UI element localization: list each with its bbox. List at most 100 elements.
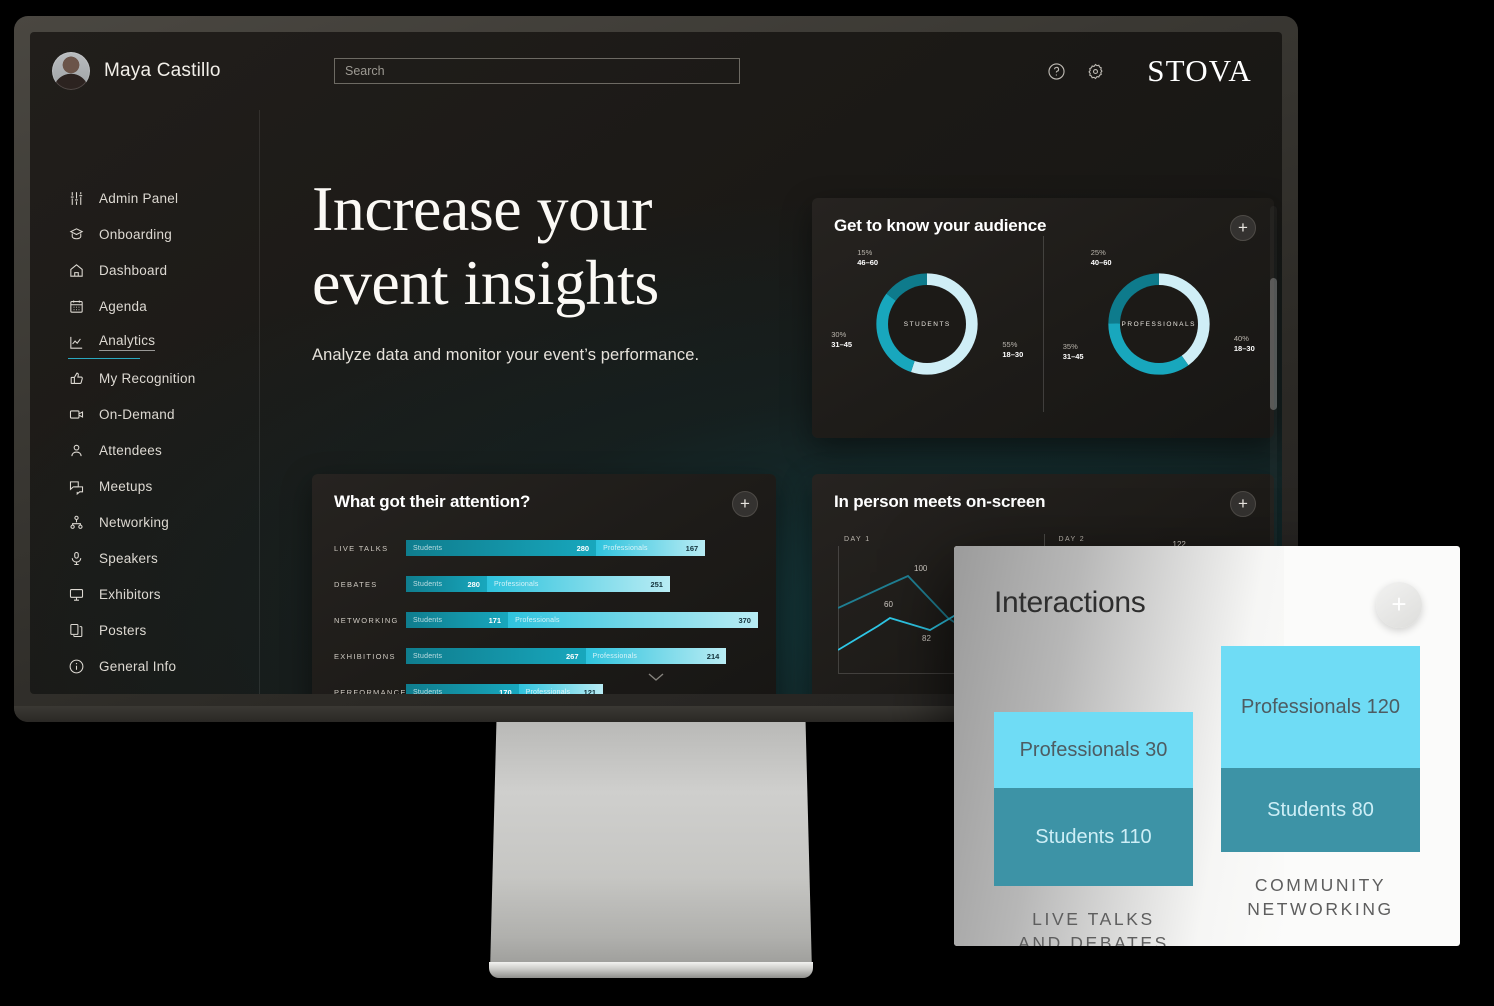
- sidebar-item-on-demand[interactable]: On-Demand: [68, 396, 259, 432]
- donut-students: STUDENTS 15% 46–60 55% 18–30 30% 31–45: [812, 236, 1043, 412]
- video-icon: [69, 409, 84, 419]
- bar-track: Students 171 Professionals 370: [406, 612, 758, 628]
- chevron-down-icon[interactable]: [646, 670, 666, 688]
- sidebar-item-label: Analytics: [99, 333, 156, 351]
- brand-logo: STOVA: [1147, 53, 1252, 88]
- graduation-cap-icon: [69, 227, 84, 239]
- sidebar-item-label: My Recognition: [99, 370, 196, 386]
- topbar-actions: STOVA: [1047, 53, 1252, 89]
- sidebar-item-onboarding[interactable]: Onboarding: [68, 216, 259, 252]
- bar-track: Students 280 Professionals 251: [406, 576, 758, 592]
- attention-bar-chart: LIVE TALKS Students 280 Professionals 16…: [312, 536, 776, 694]
- clipboard-icon: [68, 694, 85, 695]
- block-professionals: Professionals 120: [1221, 646, 1420, 768]
- sliders-icon: [70, 191, 83, 205]
- sidebar-item-label: Admin Panel: [99, 190, 179, 206]
- bar-segment-professionals: Professionals 214: [585, 648, 727, 664]
- sidebar-item-agenda[interactable]: Agenda: [68, 288, 259, 324]
- card-title: What got their attention?: [334, 492, 531, 511]
- donut-callout: 40% 18–30: [1233, 334, 1255, 354]
- gear-icon[interactable]: [1086, 62, 1105, 81]
- donut-center-label: STUDENTS: [888, 285, 967, 363]
- card-title: Get to know your audience: [834, 216, 1047, 235]
- bar-track: Students 267 Professionals 214: [406, 648, 758, 664]
- card-get-to-know-your-audience: Get to know your audience + STUDENTS 15%…: [812, 198, 1274, 438]
- interactions-column-live-talks: Professionals 30 Students 110 LIVE TALKS…: [994, 646, 1193, 946]
- help-circle-icon[interactable]: [1047, 62, 1066, 81]
- documents-icon: [70, 623, 83, 637]
- donut-callout: 30% 31–45: [831, 330, 853, 350]
- bar-row: PERFORMANCES Students 170 Professionals …: [334, 680, 758, 694]
- bar-segment-students: Students 280: [406, 540, 597, 556]
- sidebar-item-speakers[interactable]: Speakers: [68, 540, 259, 576]
- bar-category: PERFORMANCES: [334, 687, 413, 695]
- bar-row: DEBATES Students 280 Professionals 251: [334, 572, 758, 596]
- bar-segment-students: Students 170: [406, 684, 519, 694]
- bar-segment-professionals: Professionals 121: [518, 684, 604, 694]
- interactions-columns: Professionals 30 Students 110 LIVE TALKS…: [994, 646, 1420, 946]
- add-widget-button[interactable]: +: [1376, 582, 1422, 628]
- card-what-got-their-attention: What got their attention? + LIVE TALKS S…: [312, 474, 776, 694]
- screenshot-stage: Maya Castillo Search STOVA Admin Panel O…: [0, 0, 1494, 1006]
- bar-segment-students: Students 280: [406, 576, 487, 592]
- data-label: 82: [922, 634, 931, 643]
- sidebar-item-networking[interactable]: Networking: [68, 504, 259, 540]
- user-name: Maya Castillo: [104, 60, 221, 81]
- column-caption: COMMUNITY NETWORKING: [1247, 875, 1394, 919]
- block-students: Students 80: [1221, 768, 1420, 852]
- donut-callout: 25% 40–60: [1090, 248, 1112, 268]
- bar-segment-professionals: Professionals 251: [486, 576, 670, 592]
- bar-segment-professionals: Professionals 370: [508, 612, 758, 628]
- block-students: Students 110: [994, 788, 1193, 886]
- page-title-line2: event insights: [312, 247, 659, 319]
- sidebar-item-label: Networking: [99, 514, 170, 530]
- sidebar-item-meetups[interactable]: Meetups: [68, 468, 259, 504]
- sidebar-item-analytics[interactable]: Analytics: [68, 324, 259, 360]
- sidebar-item-label: Exhibitors: [99, 586, 161, 602]
- data-label: 60: [884, 600, 893, 609]
- add-widget-button[interactable]: +: [1230, 491, 1256, 517]
- sidebar-item-general-info[interactable]: General Info: [68, 648, 259, 684]
- donut-center-label: PROFESSIONALS: [1119, 285, 1198, 363]
- user-profile[interactable]: Maya Castillo: [52, 52, 298, 90]
- sidebar-item-dashboard[interactable]: Dashboard: [68, 252, 259, 288]
- bar-row: NETWORKING Students 171 Professionals 37…: [334, 608, 758, 632]
- monitor-icon: [69, 588, 84, 601]
- sidebar-item-polls[interactable]: Polls: [68, 684, 259, 694]
- donut-professionals: PROFESSIONALS 25% 40–60 40% 18–30 35% 31…: [1042, 236, 1275, 412]
- interactions-column-community-networking: Professionals 120 Students 80 COMMUNITY …: [1221, 646, 1420, 946]
- search-input[interactable]: [334, 58, 740, 84]
- sidebar-item-admin-panel[interactable]: Admin Panel: [68, 180, 259, 216]
- bar-row: LIVE TALKS Students 280 Professionals 16…: [334, 536, 758, 560]
- sidebar-item-attendees[interactable]: Attendees: [68, 432, 259, 468]
- sidebar-item-label: General Info: [99, 658, 177, 674]
- bar-segment-students: Students 171: [406, 612, 509, 628]
- bar-segment-professionals: Professionals 167: [596, 540, 706, 556]
- scrollbar-thumb[interactable]: [1270, 278, 1277, 410]
- panel-label: DAY 1: [844, 536, 871, 543]
- bar-category: LIVE TALKS: [334, 543, 389, 553]
- bar-track: Students 280 Professionals 167: [406, 540, 758, 556]
- sidebar-item-label: Posters: [99, 622, 147, 638]
- bar-track: Students 170 Professionals 121: [406, 684, 758, 694]
- column-caption: LIVE TALKS AND DEBATES: [1018, 909, 1169, 946]
- thumbs-up-icon: [70, 372, 83, 384]
- donut-callout: 35% 31–45: [1062, 342, 1084, 362]
- sidebar-item-label: Agenda: [99, 298, 148, 314]
- sidebar-item-posters[interactable]: Posters: [68, 612, 259, 648]
- sidebar-item-label: Dashboard: [99, 262, 168, 278]
- bar-category: DEBATES: [334, 579, 378, 589]
- avatar: [52, 52, 90, 90]
- add-widget-button[interactable]: +: [732, 491, 758, 517]
- sidebar-item-my-recognition[interactable]: My Recognition: [68, 360, 259, 396]
- sidebar-item-label: On-Demand: [99, 406, 175, 422]
- app-topbar: Maya Castillo Search STOVA: [30, 32, 1282, 110]
- sidebar-item-label: Meetups: [99, 478, 153, 494]
- page-title-line1: Increase your: [312, 173, 652, 244]
- bar-row: EXHIBITIONS Students 267 Professionals 2…: [334, 644, 758, 668]
- chat-icon: [69, 480, 84, 495]
- sidebar-item-exhibitors[interactable]: Exhibitors: [68, 576, 259, 612]
- donut-callout: 15% 46–60: [857, 248, 879, 268]
- block-professionals: Professionals 30: [994, 712, 1193, 788]
- bar-category: NETWORKING: [334, 615, 399, 625]
